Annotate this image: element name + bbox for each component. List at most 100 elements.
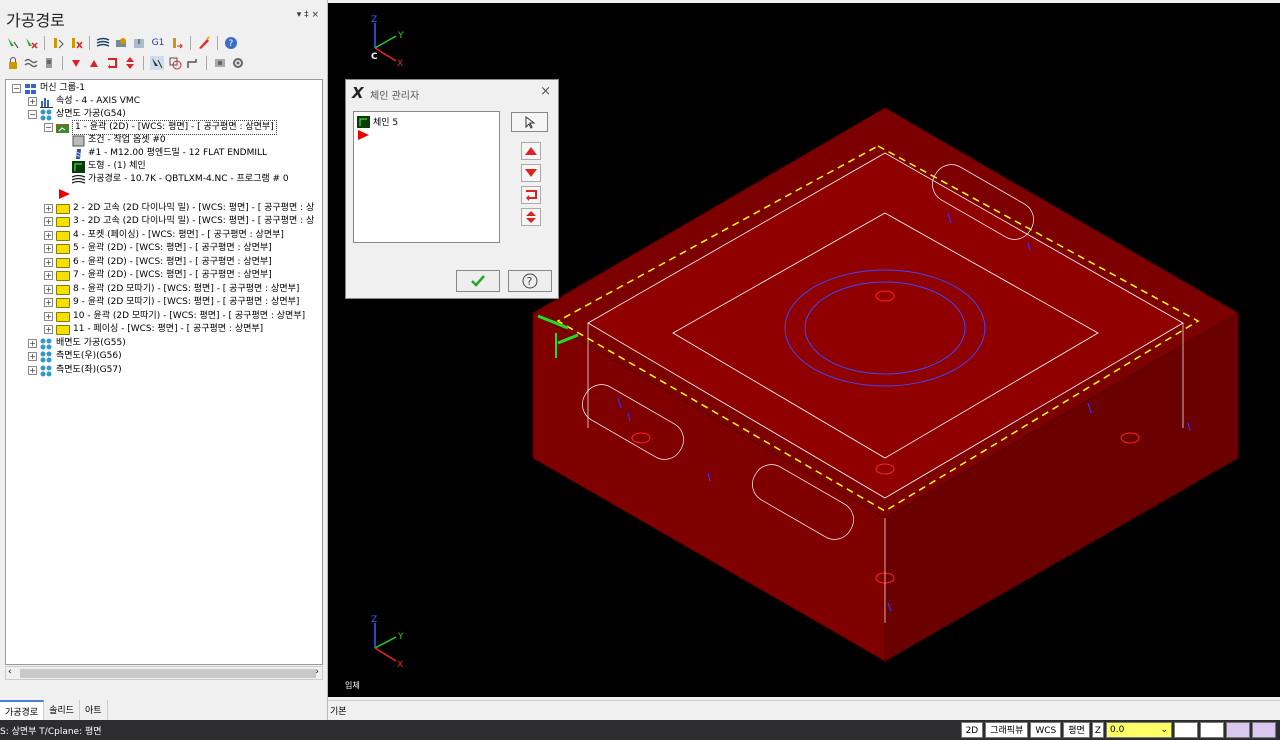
insert-arrow[interactable] (58, 187, 71, 200)
tree-item-op[interactable]: +2 - 2D 고속 (2D 다이나믹 밀) - [WCS: 평면] - [ 공… (44, 202, 314, 215)
tree-item-label: 7 - 윤곽 (2D) - [WCS: 평면] - [ 공구평면 : 상면부] (73, 270, 272, 280)
shading-icon[interactable] (1200, 722, 1224, 738)
backplot-icon[interactable] (96, 36, 110, 50)
collapse-toggle[interactable]: − (28, 110, 37, 119)
tree-item-label: 1 - 윤곽 (2D) - [WCS: 평면] - [ 공구평면 : 상면부] (72, 120, 277, 135)
tree-item-op-1[interactable]: − 1 - 윤곽 (2D) - [WCS: 평면] - [ 공구평면 : 상면부… (44, 120, 277, 135)
list-item[interactable]: 체인 5 (357, 115, 398, 128)
tree-item-right-side[interactable]: + 측면도(우)(G56) (28, 350, 122, 363)
tree-item-left-side[interactable]: + 측면도(좌)(G57) (28, 364, 122, 377)
plane-button[interactable]: 평면 (1063, 722, 1090, 738)
shape-icon[interactable] (168, 56, 182, 70)
expand-toggle[interactable]: + (44, 258, 53, 267)
post-flag-icon[interactable] (42, 56, 56, 70)
insert-after-icon[interactable] (105, 56, 119, 70)
move-up-button[interactable] (521, 142, 541, 160)
tree-item-op[interactable]: +7 - 윤곽 (2D) - [WCS: 평면] - [ 공구평면 : 상면부] (44, 269, 272, 282)
swap-button[interactable] (521, 208, 541, 226)
expand-toggle[interactable]: + (44, 312, 53, 321)
expand-toggle[interactable]: + (44, 217, 53, 226)
scroll-arrow-icon[interactable] (123, 56, 137, 70)
chain-list[interactable]: 체인 5 (353, 111, 500, 243)
view-icon[interactable] (1174, 722, 1198, 738)
regenerate-dirty-icon[interactable] (69, 36, 83, 50)
deselect-icon[interactable] (24, 36, 38, 50)
move-up-icon[interactable] (87, 56, 101, 70)
tree-item-op[interactable]: +8 - 윤곽 (2D 모따기) - [WCS: 평면] - [ 공구평면 : … (44, 283, 299, 296)
expand-toggle[interactable]: + (28, 339, 37, 348)
tree-item-op[interactable]: +10 - 윤곽 (2D 모따기) - [WCS: 평면] - [ 공구평면 :… (44, 310, 305, 323)
toggle-display-icon[interactable] (197, 36, 211, 50)
tree-item-op[interactable]: +9 - 윤곽 (2D 모따기) - [WCS: 평면] - [ 공구평면 : … (44, 296, 299, 309)
part-block (532, 107, 1239, 662)
tree-item-op[interactable]: +5 - 윤곽 (2D) - [WCS: 평면] - [ 공구평면 : 상면부] (44, 242, 272, 255)
move-down-icon[interactable] (69, 56, 83, 70)
scrollbar-thumb[interactable] (20, 669, 316, 678)
expand-toggle[interactable]: + (28, 97, 37, 106)
tool-icon[interactable] (186, 56, 200, 70)
color-icon[interactable] (1226, 722, 1250, 738)
machine-icon[interactable] (213, 56, 227, 70)
mode-2d-button[interactable]: 2D (960, 722, 984, 738)
parameters-icon (72, 135, 85, 147)
collapse-toggle[interactable]: − (44, 123, 53, 132)
collapse-toggle[interactable]: − (12, 84, 21, 93)
attribute-icon[interactable] (1252, 722, 1276, 738)
verify-icon[interactable] (114, 36, 128, 50)
tree-item-machine-group[interactable]: − 머신 그룹-1 (12, 82, 85, 95)
tree-item-parameters[interactable]: 조건 - 작업 옵셋 #0 (72, 134, 166, 147)
simulate-icon[interactable] (132, 36, 146, 50)
tab-solids[interactable]: 솔리드 (44, 700, 80, 720)
tree-item-toolpath[interactable]: 가공경로 - 10.7K - QBTLXM-4.NC - 프로그램 # 0 (72, 173, 289, 186)
move-down-button[interactable] (521, 164, 541, 182)
tab-viewsheet-main[interactable]: 기본 (330, 704, 347, 717)
expand-toggle[interactable]: + (44, 244, 53, 253)
reverse-button[interactable] (521, 186, 541, 204)
settings-icon[interactable] (231, 56, 245, 70)
tree-item-tool[interactable]: #1 - M12.00 평엔드밀 - 12 FLAT ENDMILL (72, 147, 267, 160)
tree-item-properties[interactable]: + 속성 - 4 - AXIS VMC (28, 95, 140, 108)
tab-toolpaths[interactable]: 가공경로 (0, 700, 45, 720)
regenerate-icon[interactable] (51, 36, 65, 50)
chain-item-label: 체인 5 (373, 118, 399, 128)
help-button[interactable]: ? (508, 270, 552, 292)
select-all-icon[interactable] (6, 36, 20, 50)
tree-item-op[interactable]: +6 - 윤곽 (2D) - [WCS: 평면] - [ 공구평면 : 상면부] (44, 256, 272, 269)
tree-item-op[interactable]: +4 - 포켓 (페이싱) - [WCS: 평면] - [ 공구평면 : 상면부… (44, 229, 284, 242)
high-speed-icon[interactable] (170, 36, 184, 50)
axis-x-label: X (397, 59, 403, 69)
expand-toggle[interactable]: + (44, 285, 53, 294)
ok-button[interactable] (456, 270, 500, 292)
select-chain-icon[interactable] (150, 56, 164, 70)
operations-tree[interactable]: − 머신 그룹-1 + 속성 - 4 - AXIS VMC − 상면도 가공(G… (5, 79, 323, 665)
tree-item-back-machining[interactable]: + 배면도 가공(G55) (28, 337, 126, 350)
chain-manager-dialog: X 체인 관리자 × 체인 5 ? (345, 79, 559, 299)
toolpath-display-icon[interactable] (24, 56, 38, 70)
z-depth-input[interactable]: 0.0 ⌄ (1106, 722, 1172, 738)
expand-toggle[interactable]: + (44, 325, 53, 334)
scroll-left-icon[interactable]: ‹ (8, 667, 12, 677)
dropdown-arrow-icon[interactable]: ⌄ (1160, 725, 1168, 735)
panel-controls[interactable]: ▾ ‡ × (297, 10, 319, 20)
tree-item-op[interactable]: +3 - 2D 고속 (2D 다이나믹 밀) - [WCS: 평면] - [ 공… (44, 215, 314, 228)
geometry-icon (72, 160, 85, 173)
graphic-view-button[interactable]: 그래픽뷰 (985, 722, 1029, 738)
close-icon[interactable]: × (540, 84, 551, 99)
expand-toggle[interactable]: + (44, 271, 53, 280)
expand-toggle[interactable]: + (28, 352, 37, 361)
tree-item-geometry[interactable]: 도형 - (1) 체인 (72, 160, 146, 173)
tab-art[interactable]: 아트 (79, 700, 108, 720)
select-chain-button[interactable] (511, 112, 548, 132)
help-icon[interactable]: ? (224, 36, 238, 50)
expand-toggle[interactable]: + (44, 204, 53, 213)
expand-toggle[interactable]: + (44, 298, 53, 307)
expand-toggle[interactable]: + (28, 366, 37, 375)
horizontal-scrollbar[interactable]: ‹ › (5, 666, 323, 680)
lock-icon[interactable] (6, 56, 20, 70)
expand-toggle[interactable]: + (44, 231, 53, 240)
tree-item-op[interactable]: +11 - 페이싱 - [WCS: 평면] - [ 공구평면 : 상면부] (44, 323, 263, 336)
post-g1-icon[interactable]: G1 (150, 36, 166, 50)
wcs-button[interactable]: WCS (1030, 722, 1062, 738)
scroll-right-icon[interactable]: › (315, 667, 319, 677)
insert-arrow[interactable] (357, 129, 370, 144)
